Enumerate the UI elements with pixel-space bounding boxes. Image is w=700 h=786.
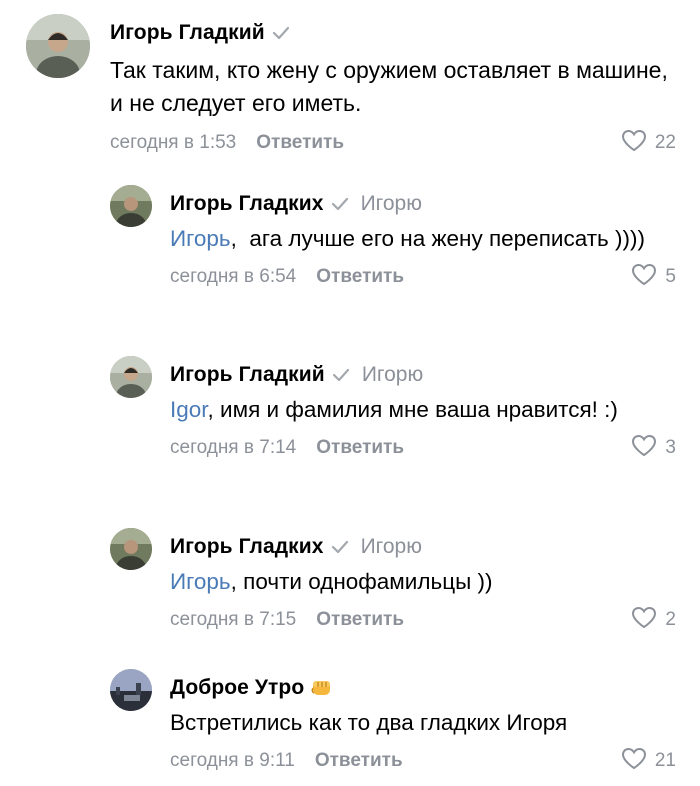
reply-to-link[interactable]: Игорю <box>361 535 422 559</box>
comment-header: Доброе Утро <box>170 673 676 703</box>
comment-meta: сегодня в 9:11 Ответить 21 <box>170 746 676 776</box>
timestamp[interactable]: сегодня в 6:54 <box>170 266 296 288</box>
reply-button[interactable]: Ответить <box>316 609 404 631</box>
comment-text: Игорь, почти однофамильцы )) <box>170 565 676 598</box>
avatar-photo <box>110 669 152 711</box>
comment-body: Игорь Гладких Игорю Игорь, ага лучше его… <box>170 185 676 292</box>
like-count: 5 <box>665 266 676 287</box>
avatar[interactable] <box>110 669 152 711</box>
comment-text-body: Так таким, кто жену с оружием оставляет … <box>110 57 668 116</box>
checkmark-icon <box>272 26 290 40</box>
reply-button[interactable]: Ответить <box>316 266 404 288</box>
heart-outline-icon <box>621 129 647 158</box>
comment-text: Игорь, ага лучше его на жену переписать … <box>170 222 676 255</box>
like-button[interactable]: 21 <box>621 746 676 776</box>
like-button[interactable]: 22 <box>621 128 676 158</box>
avatar[interactable] <box>110 185 152 227</box>
reply-button[interactable]: Ответить <box>315 750 403 772</box>
avatar-photo <box>110 185 152 227</box>
comment-header: Игорь Гладких Игорю <box>170 189 676 219</box>
comment-header: Игорь Гладких Игорю <box>170 532 676 562</box>
timestamp[interactable]: сегодня в 1:53 <box>110 132 236 154</box>
like-count: 22 <box>654 132 676 153</box>
avatar[interactable] <box>110 528 152 570</box>
avatar-photo <box>26 14 90 78</box>
comment-header: Игорь Гладкий <box>110 18 676 48</box>
like-count: 2 <box>665 609 676 630</box>
comment-thread: Игорь Гладкий Так таким, кто жену с оруж… <box>0 0 700 786</box>
checkmark-icon <box>331 197 349 211</box>
reply-to-link[interactable]: Игорю <box>361 192 422 216</box>
like-button[interactable]: 5 <box>631 262 676 292</box>
mention-link[interactable]: Igor <box>170 397 208 422</box>
mention-link[interactable]: Игорь <box>170 226 231 251</box>
comment-text: Так таким, кто жену с оружием оставляет … <box>110 54 676 120</box>
reply-button[interactable]: Ответить <box>256 132 344 154</box>
comment-meta: сегодня в 7:15 Ответить 2 <box>170 605 676 635</box>
comment-body: Игорь Гладкий Так таким, кто жену с оруж… <box>110 14 676 158</box>
author-name[interactable]: Игорь Гладких <box>170 192 324 216</box>
checkmark-icon <box>331 540 349 554</box>
heart-outline-icon <box>631 606 657 635</box>
avatar-photo <box>110 356 152 398</box>
comment-meta: сегодня в 7:14 Ответить 3 <box>170 433 676 463</box>
timestamp[interactable]: сегодня в 9:11 <box>170 750 295 772</box>
comment-text: Igor, имя и фамилия мне ваша нравится! :… <box>170 393 676 426</box>
comment-text-body: , почти однофамильцы )) <box>230 569 493 594</box>
avatar[interactable] <box>26 14 90 78</box>
like-count: 3 <box>665 437 676 458</box>
heart-outline-icon <box>631 263 657 292</box>
timestamp[interactable]: сегодня в 7:14 <box>170 437 296 459</box>
heart-outline-icon <box>621 747 647 776</box>
timestamp[interactable]: сегодня в 7:15 <box>170 609 296 631</box>
author-name[interactable]: Игорь Гладкий <box>170 363 325 387</box>
comment-text-body: , имя и фамилия мне ваша нравится! :) <box>207 397 618 422</box>
like-count: 21 <box>654 750 676 771</box>
reply-button[interactable]: Ответить <box>316 437 404 459</box>
comment-meta: сегодня в 1:53 Ответить 22 <box>110 128 676 158</box>
author-name[interactable]: Игорь Гладких <box>170 535 324 559</box>
like-button[interactable]: 3 <box>631 433 676 463</box>
checkmark-icon <box>332 368 350 382</box>
author-name[interactable]: Игорь Гладкий <box>110 21 265 45</box>
comment-body: Доброе Утро Встретились как то два гладк… <box>170 669 676 776</box>
oncoming-fist-emoji <box>310 677 334 699</box>
heart-outline-icon <box>631 434 657 463</box>
comment-text-body: Встретились как то два гладких Игоря <box>170 710 568 735</box>
comment-meta: сегодня в 6:54 Ответить 5 <box>170 262 676 292</box>
comment-text-body: , ага лучше его на жену переписать )))) <box>230 226 645 251</box>
author-name[interactable]: Доброе Утро <box>170 676 304 700</box>
like-button[interactable]: 2 <box>631 605 676 635</box>
comment-text: Встретились как то два гладких Игоря <box>170 706 676 739</box>
mention-link[interactable]: Игорь <box>170 569 231 594</box>
avatar[interactable] <box>110 356 152 398</box>
comment-body: Игорь Гладких Игорю Игорь, почти однофам… <box>170 528 676 635</box>
comment-header: Игорь Гладкий Игорю <box>170 360 676 390</box>
reply-to-link[interactable]: Игорю <box>362 363 423 387</box>
avatar-photo <box>110 528 152 570</box>
comment-body: Игорь Гладкий Игорю Igor, имя и фамилия … <box>170 356 676 463</box>
